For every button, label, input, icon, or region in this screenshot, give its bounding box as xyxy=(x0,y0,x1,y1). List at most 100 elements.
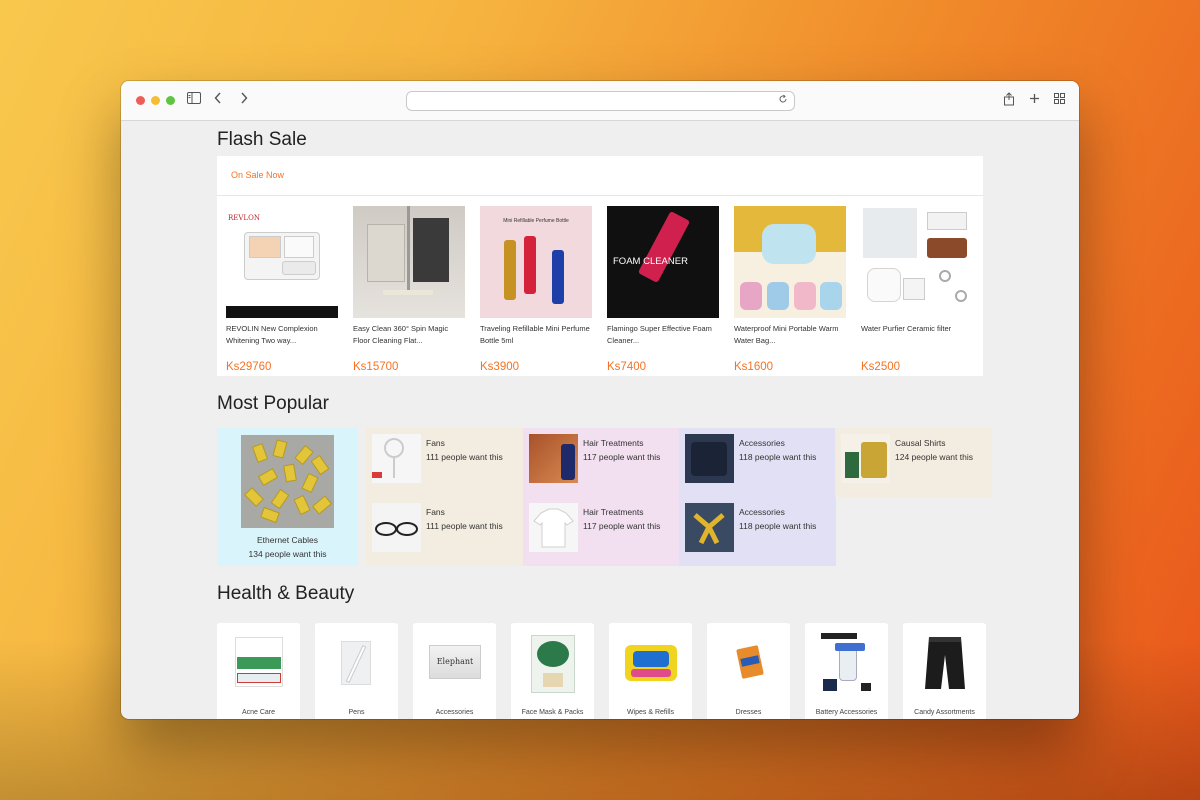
health-beauty-title: Health & Beauty xyxy=(217,583,355,604)
product-price: Ks1600 xyxy=(734,361,774,373)
category-label: Acne Care xyxy=(241,709,276,716)
product-name: Waterproof Mini Portable Warm Water Bag.… xyxy=(734,324,839,345)
category-card[interactable]: Dresses xyxy=(707,623,790,719)
product-price: Ks15700 xyxy=(353,361,399,373)
popular-item[interactable]: Hair Treatments 117 people want this xyxy=(523,428,680,497)
product-name: Water Purfier Ceramic filter xyxy=(861,324,952,333)
revlon-logo: REVLON xyxy=(228,214,260,222)
category-label: Face Mask & Packs xyxy=(521,709,584,716)
shirt-image xyxy=(841,434,890,483)
pants-image xyxy=(919,633,971,693)
flash-sale-panel: On Sale Now REVLON REVOLIN New Complexio… xyxy=(217,156,983,376)
category-card[interactable]: Battery Accessories xyxy=(805,623,888,719)
category-label: Wipes & Refills xyxy=(626,709,675,716)
category-label: Candy Assortments xyxy=(914,709,975,716)
product-image-water-filter xyxy=(861,206,973,318)
category-card[interactable]: Wipes & Refills xyxy=(609,623,692,719)
acne-care-image xyxy=(233,633,285,693)
category-label: Dresses xyxy=(735,709,762,716)
flash-sale-item[interactable]: FOAM CLEANER Flamingo Super Effective Fo… xyxy=(607,206,719,373)
flash-sale-item[interactable]: Waterproof Mini Portable Warm Water Bag.… xyxy=(734,206,846,373)
popular-featured-item[interactable]: Ethernet Cables 134 people want this xyxy=(217,428,358,566)
product-image-water-bag xyxy=(734,206,846,318)
popular-item-count: 118 people want this xyxy=(739,452,817,462)
health-beauty-categories: Acne Care Pens Elephant Accessories Face… xyxy=(217,623,986,719)
hair-treatment-image xyxy=(529,434,578,483)
close-window-button[interactable] xyxy=(136,96,145,105)
flash-sale-title: Flash Sale xyxy=(217,129,307,150)
product-price: Ks7400 xyxy=(607,361,647,373)
popular-item[interactable]: Hair Treatments 117 people want this xyxy=(523,497,680,566)
popular-item[interactable]: Accessories 118 people want this xyxy=(679,497,836,566)
popular-item-count: 111 people want this xyxy=(426,521,503,531)
browser-toolbar xyxy=(121,81,1079,121)
category-card[interactable]: Elephant Accessories xyxy=(413,623,496,719)
popular-item-name: Ethernet Cables xyxy=(257,535,318,545)
category-card[interactable]: Face Mask & Packs xyxy=(511,623,594,719)
popular-item-name: Fans xyxy=(426,507,445,517)
tab-overview-icon[interactable] xyxy=(1054,92,1065,108)
popular-item[interactable]: Accessories 118 people want this xyxy=(679,428,836,497)
forward-icon[interactable] xyxy=(240,92,248,108)
category-label: Pens xyxy=(348,709,365,716)
elephant-brand-text: Elephant xyxy=(436,657,474,666)
zoom-window-button[interactable] xyxy=(166,96,175,105)
popular-item-name: Fans xyxy=(426,438,445,448)
popular-item[interactable]: Fans 111 people want this xyxy=(366,428,523,497)
popular-item-count: 117 people want this xyxy=(583,452,661,462)
window-controls xyxy=(136,96,175,105)
perfume-banner-text: Mini Refillable Perfume Bottle xyxy=(503,218,569,224)
product-price: Ks29760 xyxy=(226,361,272,373)
product-name: Easy Clean 360° Spin Magic Floor Cleanin… xyxy=(353,324,449,345)
product-image-foam-cleaner: FOAM CLEANER xyxy=(607,206,719,318)
back-icon[interactable] xyxy=(214,92,222,108)
dress-image xyxy=(723,633,775,693)
popular-item-count: 124 people want this xyxy=(895,452,973,462)
browser-window: Flash Sale On Sale Now REVLON REVOLIN Ne… xyxy=(121,81,1079,719)
popular-item[interactable]: Causal Shirts 124 people want this xyxy=(835,428,992,497)
product-name: Flamingo Super Effective Foam Cleaner... xyxy=(607,324,712,345)
share-icon[interactable] xyxy=(1003,92,1015,110)
flash-sale-status: On Sale Now xyxy=(217,156,983,196)
product-image-mop xyxy=(353,206,465,318)
category-card[interactable]: Candy Assortments xyxy=(903,623,986,719)
address-bar[interactable] xyxy=(406,91,795,111)
flash-sale-item[interactable]: Mini Refillable Perfume Bottle Traveling… xyxy=(480,206,592,373)
popular-item-name: Causal Shirts xyxy=(895,438,946,448)
category-label: Accessories xyxy=(435,709,474,716)
pen-image xyxy=(331,633,383,693)
face-mask-image xyxy=(527,633,579,693)
fan-image xyxy=(372,434,421,483)
tshirt-image xyxy=(529,503,578,552)
product-name: REVOLIN New Complexion Whitening Two way… xyxy=(226,324,318,345)
foam-cleaner-text: FOAM CLEANER xyxy=(613,256,688,267)
popular-item-name: Accessories xyxy=(739,507,785,517)
flash-sale-item[interactable]: Water Purfier Ceramic filter Ks2500 xyxy=(861,206,973,373)
popular-item-name: Hair Treatments xyxy=(583,438,644,448)
category-card[interactable]: Pens xyxy=(315,623,398,719)
flash-sale-item[interactable]: Easy Clean 360° Spin Magic Floor Cleanin… xyxy=(353,206,465,373)
glasses-image xyxy=(372,503,421,552)
product-price: Ks2500 xyxy=(861,361,901,373)
category-label: Battery Accessories xyxy=(815,709,878,716)
crimping-tool-image xyxy=(685,503,734,552)
most-popular-grid: Ethernet Cables 134 people want this Fan… xyxy=(217,428,992,566)
flash-sale-items: REVLON REVOLIN New Complexion Whitening … xyxy=(226,206,973,373)
product-image-perfume: Mini Refillable Perfume Bottle xyxy=(480,206,592,318)
sidebar-icon[interactable] xyxy=(187,92,201,108)
wipes-image xyxy=(625,633,677,693)
accessories-image xyxy=(685,434,734,483)
reload-icon[interactable] xyxy=(778,94,788,107)
new-tab-icon[interactable] xyxy=(1029,92,1040,108)
product-name: Traveling Refillable Mini Perfume Bottle… xyxy=(480,324,590,345)
minimize-window-button[interactable] xyxy=(151,96,160,105)
popular-item-count: 111 people want this xyxy=(426,452,503,462)
popular-item[interactable]: Fans 111 people want this xyxy=(366,497,523,566)
category-card[interactable]: Acne Care xyxy=(217,623,300,719)
product-price: Ks3900 xyxy=(480,361,520,373)
popular-item-count: 117 people want this xyxy=(583,521,661,531)
spray-bottle-image xyxy=(821,633,873,693)
most-popular-title: Most Popular xyxy=(217,393,329,414)
flash-sale-item[interactable]: REVLON REVOLIN New Complexion Whitening … xyxy=(226,206,338,373)
product-image-compact: REVLON xyxy=(226,206,338,318)
